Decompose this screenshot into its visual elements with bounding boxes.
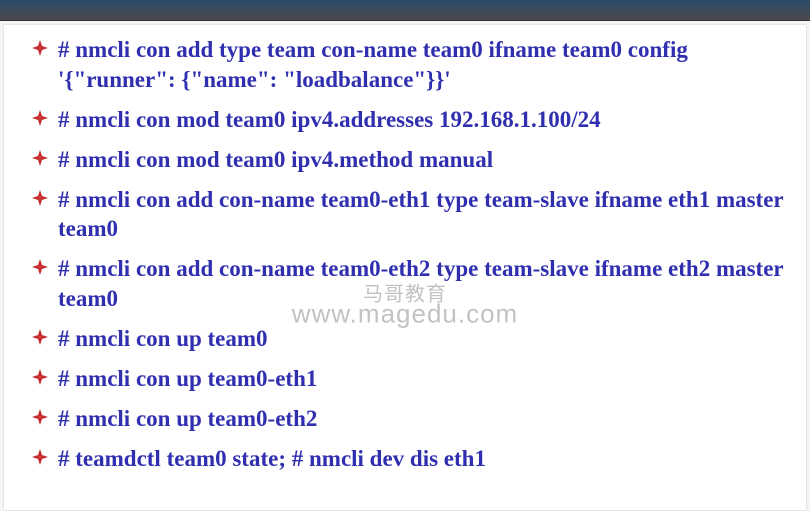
list-item: # nmcli con up team0-eth1 xyxy=(24,364,786,394)
command-text: # nmcli con mod team0 ipv4.method manual xyxy=(58,147,493,172)
diamond-bullet-icon xyxy=(32,110,48,126)
diamond-bullet-icon xyxy=(32,259,48,275)
command-text: # nmcli con mod team0 ipv4.addresses 192… xyxy=(58,107,601,132)
list-item: # teamdctl team0 state; # nmcli dev dis … xyxy=(24,444,786,474)
diamond-bullet-icon xyxy=(32,409,48,425)
list-item: # nmcli con up team0 xyxy=(24,324,786,354)
diamond-bullet-icon xyxy=(32,150,48,166)
window-top-bar xyxy=(0,0,810,21)
list-item: # nmcli con add type team con-name team0… xyxy=(24,35,786,95)
list-item: # nmcli con mod team0 ipv4.addresses 192… xyxy=(24,105,786,135)
command-text: # nmcli con up team0-eth1 xyxy=(58,366,317,391)
command-text: # nmcli con add type team con-name team0… xyxy=(58,37,688,92)
list-item: # nmcli con up team0-eth2 xyxy=(24,404,786,434)
command-text: # nmcli con add con-name team0-eth2 type… xyxy=(58,256,783,311)
diamond-bullet-icon xyxy=(32,190,48,206)
command-text: # nmcli con up team0 xyxy=(58,326,268,351)
diamond-bullet-icon xyxy=(32,369,48,385)
diamond-bullet-icon xyxy=(32,449,48,465)
slide-content: # nmcli con add type team con-name team0… xyxy=(4,25,806,510)
diamond-bullet-icon xyxy=(32,40,48,56)
list-item: # nmcli con add con-name team0-eth1 type… xyxy=(24,185,786,245)
command-text: # teamdctl team0 state; # nmcli dev dis … xyxy=(58,446,486,471)
command-text: # nmcli con up team0-eth2 xyxy=(58,406,317,431)
list-item: # nmcli con mod team0 ipv4.method manual xyxy=(24,145,786,175)
command-text: # nmcli con add con-name team0-eth1 type… xyxy=(58,187,783,242)
command-list: # nmcli con add type team con-name team0… xyxy=(24,35,786,474)
diamond-bullet-icon xyxy=(32,329,48,345)
list-item: # nmcli con add con-name team0-eth2 type… xyxy=(24,254,786,314)
